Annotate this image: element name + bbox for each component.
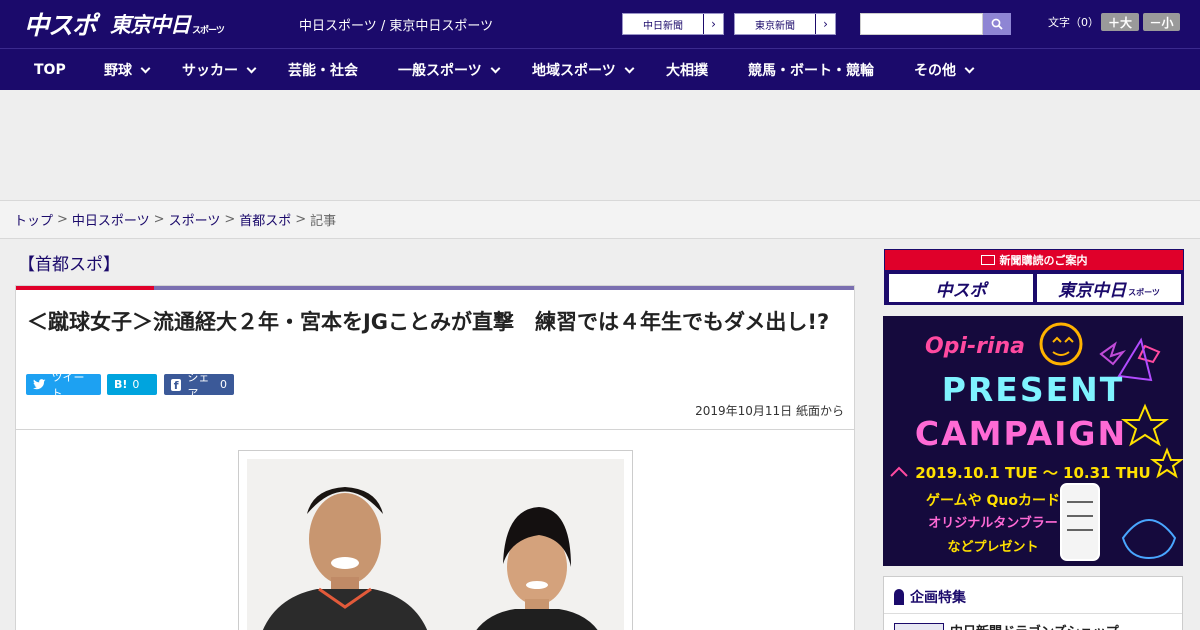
site-header: 中スポ 東京中日 スポーツ 中日スポーツ / 東京中日スポーツ 中日新聞 › 東… [0, 0, 1200, 48]
tweet-button[interactable]: ツイート [26, 371, 101, 400]
search-input[interactable] [860, 13, 983, 35]
article-card: ＜蹴球女子＞流通経大２年・宮本をJGことみが直撃 練習では４年生でもダメ出し!?… [15, 285, 855, 630]
nav-item-top[interactable]: TOP [34, 49, 66, 91]
subscription-header: 新聞購読のご案内 [885, 250, 1183, 270]
chevron-right-icon: › [815, 14, 835, 34]
chunichi-link-label: 中日新聞 [643, 20, 683, 32]
chuspo-logo-text: 中スポ [24, 11, 97, 40]
feature-item-link[interactable]: 中日新聞ドラゴンズショップ [950, 621, 1119, 630]
subscribe-chuspo-button[interactable]: 中スポ [889, 274, 1033, 302]
tokyo-shimbun-link[interactable]: 東京新聞 › [734, 13, 836, 35]
nav-label: 一般スポーツ [398, 63, 482, 79]
facebook-count: 0 [220, 378, 227, 391]
feature-thumbnail[interactable] [894, 623, 944, 630]
nav-item-soccer[interactable]: サッカー [182, 49, 257, 91]
chuspo-logo[interactable]: 中スポ [24, 8, 97, 40]
promo-line-present: PRESENT [941, 370, 1125, 409]
nav-label: TOP [34, 62, 66, 78]
subscribe-tokyo-suffix: スポーツ [1128, 287, 1160, 297]
chunichi-shimbun-link[interactable]: 中日新聞 › [622, 13, 724, 35]
chevron-right-icon: › [703, 14, 723, 34]
promo-brand: Opi-rina [924, 334, 1026, 359]
chevron-down-icon [624, 63, 635, 73]
ad-area [0, 90, 1200, 200]
facebook-share-button[interactable]: f シェア 0 [164, 371, 234, 400]
breadcrumb-link-top[interactable]: トップ [14, 210, 53, 229]
main-nav: TOP 野球 サッカー 芸能・社会 一般スポーツ 地域スポーツ 大相撲 競馬・ボ… [0, 48, 1200, 90]
promo-line-campaign: CAMPAIGN [914, 414, 1128, 453]
promo-period: 2019.10.1 TUE 〜 10.31 THU [915, 464, 1151, 482]
newspaper-icon [980, 255, 995, 265]
breadcrumb-separator: > [153, 212, 165, 227]
tokyo-logo-suffix: スポーツ [192, 25, 225, 36]
article-photo-image [247, 459, 624, 630]
ribbon-icon [894, 589, 904, 605]
nav-item-sumo[interactable]: 大相撲 [666, 49, 708, 91]
nav-item-regional-sports[interactable]: 地域スポーツ [532, 49, 635, 91]
breadcrumb: トップ > 中日スポーツ > スポーツ > 首都スポ > 記事 [0, 200, 1200, 239]
nav-label: 地域スポーツ [532, 63, 616, 79]
nav-item-entertainment[interactable]: 芸能・社会 [288, 49, 358, 91]
breadcrumb-link-sports[interactable]: スポーツ [169, 210, 221, 229]
hatena-count: 0 [132, 378, 140, 391]
nav-item-baseball[interactable]: 野球 [104, 49, 151, 91]
divider [16, 429, 854, 430]
site-names: 中日スポーツ / 東京中日スポーツ [299, 19, 494, 34]
nav-label: 大相撲 [666, 63, 708, 79]
search-button[interactable] [983, 13, 1011, 35]
breadcrumb-link-chunichi-sports[interactable]: 中日スポーツ [72, 210, 150, 229]
tokyo-link-label: 東京新聞 [755, 20, 795, 32]
article-headline: ＜蹴球女子＞流通経大２年・宮本をJGことみが直撃 練習では４年生でもダメ出し!? [27, 310, 830, 334]
subscribe-tokyo-label: 東京中日 [1058, 280, 1127, 301]
nav-label: サッカー [182, 63, 238, 79]
facebook-share-label: シェア [187, 370, 210, 400]
promo-desc-3: などプレゼント [947, 540, 1039, 555]
nav-item-general-sports[interactable]: 一般スポーツ [398, 49, 501, 91]
article-date: 2019年10月11日 紙面から [695, 404, 844, 418]
feature-title-text: 企画特集 [910, 590, 966, 606]
tokyo-chunichi-logo[interactable]: 東京中日 スポーツ [110, 8, 225, 40]
breadcrumb-separator: > [295, 212, 307, 227]
chevron-down-icon [140, 63, 151, 73]
card-topline [16, 286, 854, 290]
article-photo[interactable] [247, 459, 624, 630]
tokyo-logo-text: 東京中日 [110, 13, 191, 37]
subscription-header-text: 新聞購読のご案内 [999, 254, 1088, 267]
chevron-down-icon [246, 63, 257, 73]
promo-desc-2: オリジナルタンブラー [928, 516, 1058, 531]
card-topline-accent [16, 286, 154, 290]
section-title[interactable]: 【首都スポ】 [18, 250, 120, 275]
font-size-label: 文字（0） [1048, 16, 1099, 29]
promo-banner[interactable]: Opi-rina PRESENT CAMPAIGN 2019.10.1 TUE … [883, 316, 1183, 566]
hatena-icon: B! [114, 378, 128, 391]
nav-item-racing[interactable]: 競馬・ボート・競輪 [748, 49, 874, 91]
search-icon [991, 18, 1003, 30]
twitter-icon [33, 379, 46, 390]
hatena-bookmark-button[interactable]: B! 0 [107, 374, 157, 395]
nav-label: その他 [914, 63, 956, 79]
feature-title: 企画特集 [894, 587, 966, 607]
nav-label: 競馬・ボート・競輪 [748, 63, 874, 79]
breadcrumb-current: 記事 [310, 214, 337, 229]
nav-item-other[interactable]: その他 [914, 49, 975, 91]
font-size-decrease-button[interactable]: －小 [1143, 13, 1180, 31]
tweet-label: ツイート [51, 370, 85, 400]
breadcrumb-separator: > [224, 212, 236, 227]
subscribe-tokyo-chunichi-button[interactable]: 東京中日 スポーツ [1037, 274, 1181, 302]
breadcrumb-separator: > [57, 212, 68, 227]
nav-label: 芸能・社会 [288, 63, 358, 79]
facebook-icon: f [171, 378, 182, 392]
breadcrumb-link-shuto-supo[interactable]: 首都スポ [239, 210, 291, 229]
divider [884, 613, 1182, 614]
chevron-down-icon [490, 63, 501, 73]
promo-desc-1: ゲームや Quoカード [926, 493, 1060, 509]
subscribe-chuspo-label: 中スポ [935, 280, 987, 301]
font-size-increase-button[interactable]: ＋大 [1101, 13, 1139, 31]
chevron-down-icon [964, 63, 975, 73]
feature-section: 企画特集 中日新聞ドラゴンズショップ [883, 576, 1183, 630]
article-photo-frame [238, 450, 633, 630]
nav-label: 野球 [104, 63, 132, 79]
subscription-box: 新聞購読のご案内 中スポ 東京中日 スポーツ [884, 249, 1184, 305]
